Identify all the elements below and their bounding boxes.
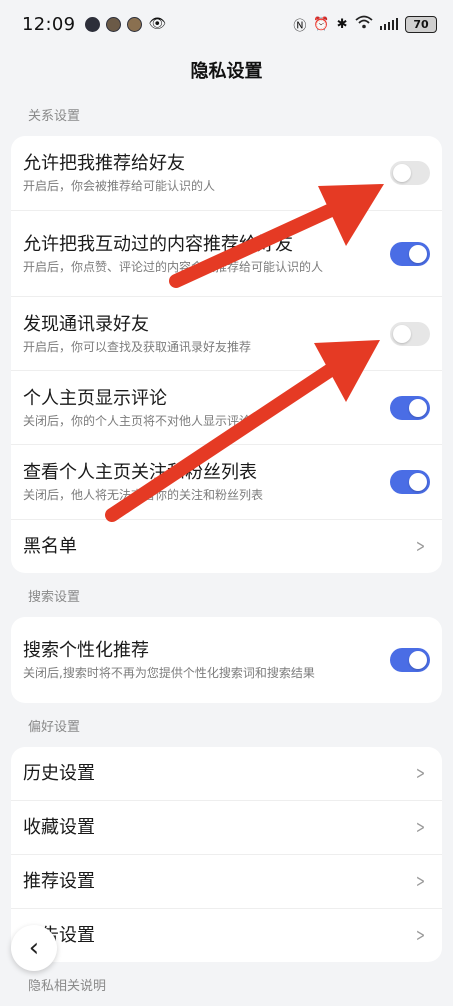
setting-description: 开启后，你可以查找及获取通讯录好友推荐: [23, 339, 252, 354]
wifi-icon: [354, 15, 373, 33]
setting-description: 开启后，你会被推荐给可能认识的人: [23, 179, 216, 193]
setting-title: 个人主页显示评论: [23, 387, 167, 409]
setting-title: 推荐设置: [23, 870, 95, 892]
section-header-privacy-note: 隐私相关说明: [28, 978, 107, 994]
setting-title: 查看个人主页关注和粉丝列表: [23, 462, 257, 483]
nfc-icon: Ⓝ: [293, 18, 307, 34]
setting-search-personalization: 搜索个性化推荐 关闭后,搜索时将不再为您提供个性化搜索词和搜索结果: [11, 617, 442, 703]
toggle-switch[interactable]: [390, 161, 430, 185]
setting-title: 广告设置: [23, 924, 95, 946]
battery-icon: 70: [405, 15, 437, 33]
search-card: 搜索个性化推荐 关闭后,搜索时将不再为您提供个性化搜索词和搜索结果: [11, 617, 442, 703]
relation-card: 允许把我推荐给好友 开启后，你会被推荐给可能认识的人 允许把我互动过的内容推荐给…: [11, 136, 442, 573]
setting-follow-fans-list: 查看个人主页关注和粉丝列表 关闭后，他人将无法查看你的关注和粉丝列表: [11, 445, 442, 520]
toggle-switch[interactable]: [390, 648, 430, 672]
bluetooth-icon: ✱: [336, 16, 348, 32]
toggle-switch[interactable]: [390, 321, 430, 346]
toggle-switch[interactable]: [390, 241, 430, 266]
setting-description: 开启后，你点赞、评论过的内容会被推荐给可能认识的人: [23, 259, 324, 274]
setting-title: 搜索个性化推荐: [23, 640, 149, 661]
signal-icon: [379, 18, 398, 30]
section-header-preference: 偏好设置: [28, 719, 81, 735]
chevron-right-icon: >: [415, 817, 425, 838]
setting-title: 收藏设置: [23, 816, 95, 838]
page-title: 隐私设置: [190, 61, 263, 82]
setting-recommend-interacted-content: 允许把我互动过的内容推荐给好友 开启后，你点赞、评论过的内容会被推荐给可能认识的…: [11, 211, 442, 297]
chevron-left-icon: ‹: [28, 933, 40, 963]
setting-title: 允许把我推荐给好友: [23, 153, 185, 174]
setting-title: 允许把我互动过的内容推荐给好友: [23, 233, 293, 255]
eye-icon: 👁: [148, 16, 167, 32]
chevron-right-icon: >: [415, 925, 425, 946]
section-header-search: 搜索设置: [28, 589, 81, 605]
app-notification-icon: [85, 16, 101, 32]
chevron-right-icon: >: [415, 871, 425, 892]
setting-description: 关闭后，你的个人主页将不对他人显示评论: [23, 413, 252, 428]
alarm-icon: ⏰: [313, 16, 330, 32]
setting-title: 历史设置: [23, 762, 95, 784]
chevron-right-icon: >: [415, 763, 425, 784]
back-button[interactable]: ‹: [11, 925, 57, 971]
setting-favorites[interactable]: 收藏设置 >: [11, 801, 442, 855]
setting-description: 关闭后，他人将无法查看你的关注和粉丝列表: [23, 488, 264, 502]
app-notification-icon: [127, 16, 143, 32]
section-header-relation: 关系设置: [28, 108, 81, 124]
chevron-right-icon: >: [415, 536, 425, 557]
setting-recommend-to-friends: 允许把我推荐给好友 开启后，你会被推荐给可能认识的人: [11, 136, 442, 211]
status-right: Ⓝ ⏰ ✱ 70: [293, 15, 437, 34]
setting-description: 关闭后,搜索时将不再为您提供个性化搜索词和搜索结果: [23, 666, 315, 680]
setting-title: 黑名单: [23, 535, 77, 557]
setting-title: 发现通讯录好友: [23, 313, 149, 335]
setting-recommendation[interactable]: 推荐设置 >: [11, 855, 442, 909]
status-left: 12:09 👁: [22, 14, 166, 35]
setting-show-comments: 个人主页显示评论 关闭后，你的个人主页将不对他人显示评论: [11, 371, 442, 445]
preference-card: 历史设置 > 收藏设置 > 推荐设置 > 广告设置 >: [11, 747, 442, 962]
setting-history[interactable]: 历史设置 >: [11, 747, 442, 801]
setting-blacklist[interactable]: 黑名单 >: [11, 520, 442, 573]
status-bar: 12:09 👁 Ⓝ ⏰ ✱ 70: [0, 0, 453, 48]
status-time: 12:09: [22, 13, 76, 35]
toggle-switch[interactable]: [390, 470, 430, 494]
setting-ads[interactable]: 广告设置 >: [11, 909, 442, 962]
app-notification-icon: [106, 16, 122, 32]
setting-discover-contacts: 发现通讯录好友 开启后，你可以查找及获取通讯录好友推荐: [11, 297, 442, 371]
toggle-switch[interactable]: [390, 395, 430, 420]
